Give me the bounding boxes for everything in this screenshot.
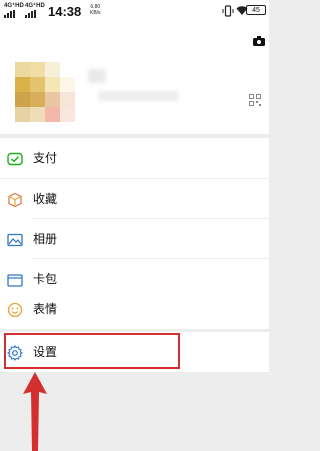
clock: 14:38 [48, 4, 82, 19]
battery-indicator: 45 [246, 5, 266, 15]
signal-label-1: 4G⁺HD [4, 3, 24, 9]
favorites-icon [8, 192, 22, 208]
emoji-icon [7, 302, 23, 318]
menu-item-label: 收藏 [33, 192, 58, 206]
camera-icon[interactable] [253, 36, 265, 46]
signal-label-2: 4G⁺HD [25, 3, 45, 9]
menu-item-pay[interactable]: 支付 [0, 138, 269, 178]
menu-item-album[interactable]: 相册 [0, 219, 269, 259]
menu-item-favorites[interactable]: 收藏 [0, 179, 269, 219]
signal-bars-2-icon [25, 10, 39, 18]
profile-header[interactable] [0, 22, 269, 134]
menu-item-label: 卡包 [33, 272, 58, 286]
menu-item-label: 表情 [33, 302, 58, 316]
signal-bars-1-icon [4, 10, 18, 18]
settings-highlight-box [4, 333, 180, 369]
menu-item-label: 支付 [33, 151, 58, 165]
network-speed-unit: KB/s [90, 10, 101, 16]
qr-code-icon[interactable] [249, 94, 261, 106]
vibrate-icon [222, 5, 234, 17]
avatar[interactable] [15, 62, 75, 122]
payment-icon [7, 152, 23, 166]
album-icon [7, 233, 23, 247]
network-speed: 6.80 KB/s [90, 4, 101, 16]
nickname-blurred [88, 69, 106, 83]
status-bar: 4G⁺HD 4G⁺HD 14:38 6.80 KB/s 45 [0, 0, 269, 22]
card-wallet-icon [7, 274, 23, 287]
red-arrow-icon [23, 372, 47, 451]
menu-item-emoji[interactable]: 表情 [0, 289, 269, 329]
menu-item-label: 相册 [33, 232, 58, 246]
wechat-id-blurred [98, 91, 178, 101]
